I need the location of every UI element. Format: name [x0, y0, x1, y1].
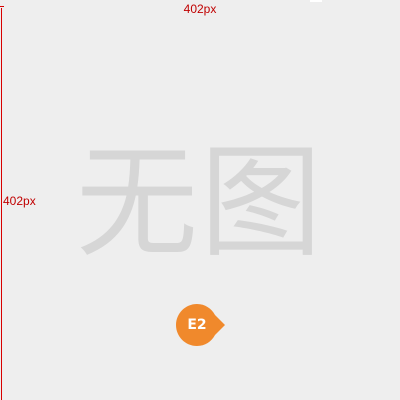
- e2-marker[interactable]: E2: [176, 303, 226, 347]
- width-dimension-label: 402px: [183, 2, 217, 16]
- image-canvas: 402px 402px 无图 E2: [0, 0, 400, 400]
- height-dimension-label: 402px: [3, 194, 36, 208]
- height-dimension-line: [1, 8, 2, 400]
- no-image-placeholder: 无图: [76, 132, 324, 274]
- height-dimension-tick: [0, 6, 4, 7]
- marker-label: E2: [187, 317, 207, 333]
